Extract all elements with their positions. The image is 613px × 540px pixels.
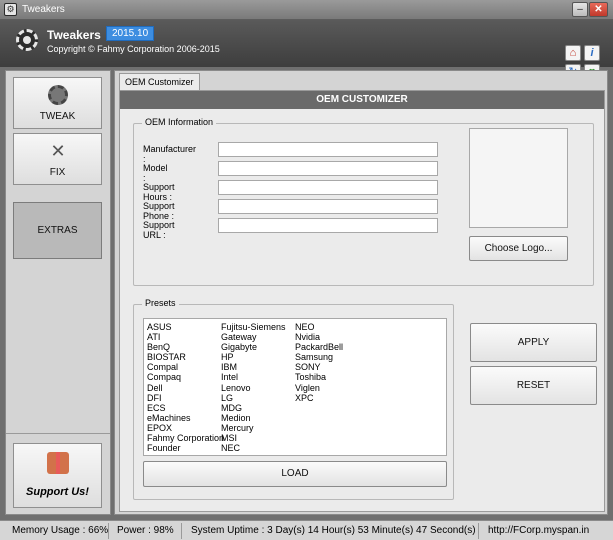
preset-item[interactable]: ATI xyxy=(147,332,224,342)
presets-column: NEO Nvidia PackardBell Samsung SONY Toshiba Vi… xyxy=(295,322,343,403)
preset-item[interactable]: EPOX xyxy=(147,423,224,433)
preset-item[interactable]: MDG xyxy=(221,403,286,413)
preset-item[interactable]: ECS xyxy=(147,403,224,413)
preset-item[interactable]: BIOSTAR xyxy=(147,352,224,362)
preset-item[interactable]: Compal xyxy=(147,362,224,372)
sidebar-divider xyxy=(6,433,110,434)
gear-icon xyxy=(48,85,68,105)
preset-item[interactable]: Toshiba xyxy=(295,372,343,382)
tab-oem-customizer[interactable]: OEM Customizer xyxy=(119,73,200,90)
preset-item[interactable]: NEO xyxy=(295,322,343,332)
support-hours-field[interactable] xyxy=(218,180,438,195)
preset-item[interactable]: XPC xyxy=(295,393,343,403)
presets-column: Fujitsu-Siemens Gateway Gigabyte HP IBM Intel… xyxy=(221,322,286,453)
preset-item[interactable]: LG xyxy=(221,393,286,403)
preset-item[interactable]: Mercury xyxy=(221,423,286,433)
home-icon[interactable]: ⌂ xyxy=(565,45,581,61)
preset-item[interactable]: Samsung xyxy=(295,352,343,362)
preset-item[interactable]: Dell xyxy=(147,383,224,393)
sidebar-item-fix[interactable]: ✕ FIX xyxy=(13,133,102,185)
preset-item[interactable]: Compaq xyxy=(147,372,224,382)
presets-list[interactable]: ASUS ATI BenQ BIOSTAR Compal Compaq Dell DFI ECS… xyxy=(143,318,447,456)
preset-item[interactable]: Fahmy Corporation xyxy=(147,433,224,443)
version-badge: 2015.10 xyxy=(106,26,155,41)
minimize-button[interactable]: – xyxy=(572,2,588,17)
apply-button[interactable]: APPLY xyxy=(470,323,597,362)
group-legend: OEM Information xyxy=(142,117,217,127)
oem-customizer-panel: OEM CUSTOMIZER OEM Information Manufactu… xyxy=(119,90,605,512)
power-status: Power : 98% xyxy=(117,525,174,536)
preset-item[interactable]: Fujitsu-Siemens xyxy=(221,322,286,332)
main-content: OEM Customizer OEM CUSTOMIZER OEM Inform… xyxy=(114,70,608,515)
system-uptime: System Uptime : 3 Day(s) 14 Hour(s) 53 M… xyxy=(191,525,476,536)
app-name: Tweakers xyxy=(47,28,101,42)
preset-item[interactable]: BenQ xyxy=(147,342,224,352)
sidebar-item-label: TWEAK xyxy=(39,111,76,122)
app-icon: ⚙ xyxy=(4,3,17,16)
gift-icon xyxy=(47,452,69,474)
reset-button[interactable]: RESET xyxy=(470,366,597,405)
manufacturer-field[interactable] xyxy=(218,142,438,157)
sidebar-item-tweak[interactable]: TWEAK xyxy=(13,77,102,129)
website-link[interactable]: http://FCorp.myspan.in xyxy=(488,525,589,536)
tools-icon: ✕ xyxy=(50,141,66,161)
title-bar: ⚙ Tweakers – ✕ xyxy=(0,0,613,20)
info-icon[interactable]: i xyxy=(584,45,600,61)
group-legend: Presets xyxy=(142,298,179,308)
support-us-button[interactable]: Support Us! xyxy=(13,443,102,508)
preset-item[interactable]: HP xyxy=(221,352,286,362)
sidebar-item-label: EXTRAS xyxy=(37,225,78,236)
preset-item[interactable]: NEC xyxy=(221,443,286,453)
preset-item[interactable]: Gigabyte xyxy=(221,342,286,352)
window-title: Tweakers xyxy=(22,4,65,15)
preset-item[interactable]: SONY xyxy=(295,362,343,372)
status-separator xyxy=(108,523,109,539)
close-button[interactable]: ✕ xyxy=(589,2,608,17)
preset-item[interactable]: Founder xyxy=(147,443,224,453)
panel-heading: OEM CUSTOMIZER xyxy=(120,91,604,109)
status-bar: Memory Usage : 66% Power : 98% System Up… xyxy=(0,520,613,540)
sidebar: TWEAK ✕ FIX EXTRAS Support Us! xyxy=(5,70,111,515)
preset-item[interactable]: ASUS xyxy=(147,322,224,332)
preset-item[interactable]: Nvidia xyxy=(295,332,343,342)
preset-item[interactable]: Viglen xyxy=(295,383,343,393)
field-label: Support Phone : xyxy=(143,201,175,221)
app-header: Tweakers 2015.10 Copyright © Fahmy Corpo… xyxy=(0,20,613,80)
field-label: Manufacturer : xyxy=(143,144,197,164)
preset-item[interactable]: Lenovo xyxy=(221,383,286,393)
support-phone-field[interactable] xyxy=(218,199,438,214)
preset-item[interactable]: IBM xyxy=(221,362,286,372)
field-label: Support URL : xyxy=(143,220,175,240)
preset-item[interactable]: MSI xyxy=(221,433,286,443)
preset-item[interactable]: Intel xyxy=(221,372,286,382)
field-label: Support Hours : xyxy=(143,182,175,202)
logo-preview xyxy=(469,128,568,228)
presets-column: ASUS ATI BenQ BIOSTAR Compal Compaq Dell DFI ECS… xyxy=(147,322,224,453)
model-field[interactable] xyxy=(218,161,438,176)
preset-item[interactable]: DFI xyxy=(147,393,224,403)
presets-group: Presets ASUS ATI BenQ BIOSTAR Compal Compaq De… xyxy=(133,298,454,500)
sidebar-item-label: FIX xyxy=(49,167,66,178)
field-label: Model : xyxy=(143,163,168,183)
copyright-text: Copyright © Fahmy Corporation 2006-2015 xyxy=(47,44,220,54)
preset-item[interactable]: PackardBell xyxy=(295,342,343,352)
sidebar-item-extras[interactable]: EXTRAS xyxy=(13,202,102,259)
preset-item[interactable]: Gateway xyxy=(221,332,286,342)
preset-item[interactable]: Medion xyxy=(221,413,286,423)
support-us-label: Support Us! xyxy=(26,486,89,498)
app-logo-gear-icon xyxy=(16,29,38,51)
status-separator xyxy=(478,523,479,539)
choose-logo-button[interactable]: Choose Logo... xyxy=(469,236,568,261)
support-url-field[interactable] xyxy=(218,218,438,233)
status-separator xyxy=(181,523,182,539)
preset-item[interactable]: eMachines xyxy=(147,413,224,423)
memory-usage: Memory Usage : 66% xyxy=(12,525,109,536)
load-button[interactable]: LOAD xyxy=(143,461,447,487)
